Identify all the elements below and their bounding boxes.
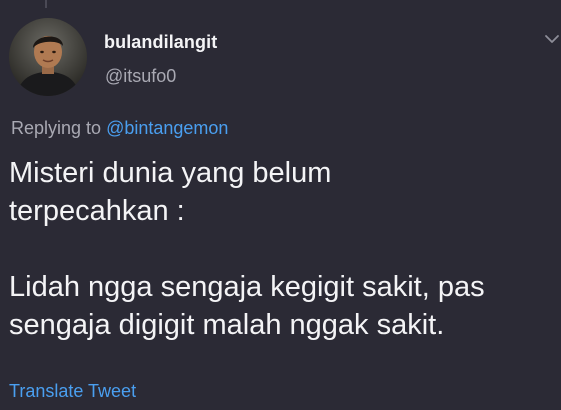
- user-avatar-icon: [9, 18, 87, 96]
- avatar[interactable]: [9, 18, 87, 96]
- chevron-down-icon[interactable]: [544, 32, 560, 46]
- translate-tweet-link[interactable]: Translate Tweet: [9, 381, 136, 402]
- tweet-text-line: Misteri dunia yang belum: [9, 157, 332, 189]
- tweet-text-line: terpecahkan :: [9, 195, 185, 227]
- reply-prefix: Replying to: [11, 118, 107, 138]
- tweet-text-line: sengaja digigit malah nggak sakit.: [9, 309, 445, 341]
- reply-context: Replying to @bintangemon: [11, 118, 228, 139]
- reply-mention-link[interactable]: @bintangemon: [106, 118, 228, 138]
- tweet-text-line: Lidah ngga sengaja kegigit sakit, pas: [9, 271, 485, 303]
- author-display-name[interactable]: bulandilangit: [104, 32, 217, 53]
- tweet-card[interactable]: bulandilangit @itsufo0 Replying to @bint…: [0, 0, 561, 410]
- thread-connector: [45, 0, 47, 8]
- author-handle[interactable]: @itsufo0: [105, 66, 176, 87]
- tweet-text-spacer: [9, 230, 557, 268]
- tweet-text: Misteri dunia yang belum terpecahkan : L…: [9, 154, 557, 344]
